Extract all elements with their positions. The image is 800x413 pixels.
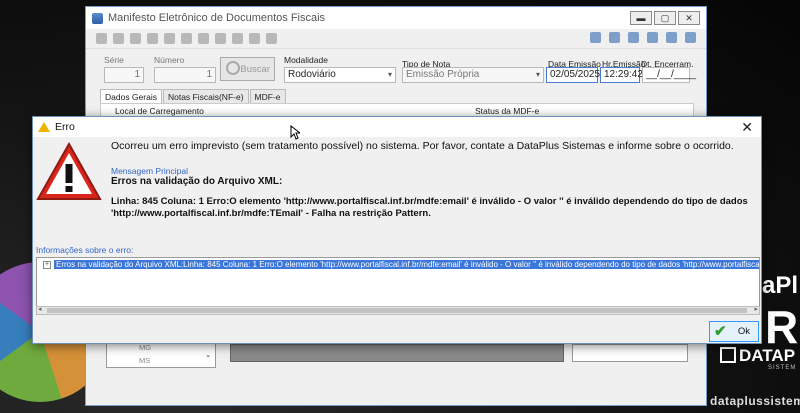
menu-icon[interactable] [685,32,696,43]
dataplus-icon [720,347,736,363]
header-form: Série 1 Número 1 Buscar Modalidade Rodov… [86,53,706,93]
data-emissao-field[interactable]: 02/05/2025 [546,67,600,83]
chevron-down-icon: ⌄ [205,350,212,359]
main-message: Ocorreu um erro imprevisto (sem tratamen… [111,140,734,152]
tree-item[interactable]: + Erros na validação do Arquivo XML:Linh… [43,260,759,269]
dt-encerram-field[interactable]: __/__/____ [642,67,696,83]
window-controls: ▬ ▢ ✕ [630,11,700,25]
scroll-right-icon[interactable]: ▸ [754,305,758,313]
maximize-button[interactable]: ▢ [654,11,676,25]
hr-emissao-field[interactable]: 12:29:42 [600,67,643,83]
tab-strip: Dados Gerais Notas Fiscais(NF-e) MDF-e [100,89,287,104]
search-icon[interactable] [609,32,620,43]
serie-field[interactable]: 1 [104,67,144,83]
info-icon[interactable] [647,32,658,43]
dialog-title: Erro [55,121,75,133]
numero-field[interactable]: 1 [154,67,216,83]
toolbar-right [590,32,696,43]
print-icon[interactable] [198,33,209,44]
status-panel [572,344,688,362]
transmit-icon[interactable] [215,33,226,44]
magnifier-icon [226,61,240,75]
minimize-button[interactable]: ▬ [630,11,652,25]
error-detail: Linha: 845 Coluna: 1 Erro:O elemento 'ht… [111,196,748,219]
new-icon[interactable] [96,33,107,44]
chevron-down-icon: ▾ [535,70,540,79]
app-title: Manifesto Eletrônico de Documentos Fisca… [108,12,326,24]
warning-icon [38,122,50,132]
big-warning-icon [36,142,102,200]
app-titlebar: Manifesto Eletrônico de Documentos Fisca… [86,7,706,29]
modalidade-label: Modalidade [284,55,328,65]
tab-mdfe[interactable]: MDF-e [249,89,286,104]
tipo-nota-select[interactable]: Emissão Própria ▾ [402,67,544,83]
numero-label: Número [154,55,185,65]
error-dialog: Erro ✕ Ocorreu um erro imprevisto (sem t… [32,116,762,344]
tab-notas-fiscais[interactable]: Notas Fiscais(NF-e) [162,89,249,104]
email-icon[interactable] [232,33,243,44]
chevron-down-icon: ▾ [387,70,392,79]
copy-icon[interactable] [181,33,192,44]
uf-list[interactable]: MG MS ⌄ [106,340,216,368]
block-icon[interactable] [249,33,260,44]
mouse-cursor-icon [290,125,300,140]
user-icon[interactable] [666,32,677,43]
tab-dados-gerais[interactable]: Dados Gerais [100,89,162,104]
error-title: Erros na validação do Arquivo XML: [111,176,283,187]
app-icon [92,12,103,24]
uf-item: MS [139,356,151,365]
bottom-panels: MG MS ⌄ [106,340,690,370]
checkmark-icon: ✔ [714,323,727,340]
grey-panel [230,344,564,362]
refresh-icon[interactable] [628,32,639,43]
brand-url: dataplussistem [710,394,800,408]
close-button[interactable]: ✕ [678,11,700,25]
ok-button[interactable]: ✔ Ok [709,321,759,342]
tree-item-text: Erros na validação do Arquivo XML:Linha:… [54,260,759,269]
edit-icon[interactable] [164,33,175,44]
scroll-left-icon[interactable]: ◂ [38,305,42,313]
delete-icon[interactable] [266,33,277,44]
scrollbar-thumb[interactable] [47,308,747,313]
info-label: Informações sobre o erro: [36,245,134,255]
brand-fragment: aPl [762,272,799,299]
mensagem-principal-label: Mensagem Principal [111,166,189,176]
buscar-button[interactable]: Buscar [220,57,275,81]
uf-item: MG [139,343,152,352]
horizontal-scrollbar[interactable]: ◂ ▸ [36,306,760,315]
config-icon[interactable] [590,32,601,43]
cancel-icon[interactable] [113,33,124,44]
brand-logo: DATAP [720,346,795,366]
undo-icon[interactable] [147,33,158,44]
save-icon[interactable] [130,33,141,44]
status-mdfe-label: Status da MDF-e [475,106,540,116]
modalidade-select[interactable]: Rodoviário ▾ [284,67,396,83]
serie-label: Série [104,55,124,65]
brand-subtitle: SISTEM [768,365,797,371]
dialog-titlebar: Erro [33,117,761,137]
expand-icon[interactable]: + [43,260,51,269]
local-carregamento-label: Local de Carregamento [115,106,204,116]
dialog-close-button[interactable]: ✕ [741,119,753,136]
